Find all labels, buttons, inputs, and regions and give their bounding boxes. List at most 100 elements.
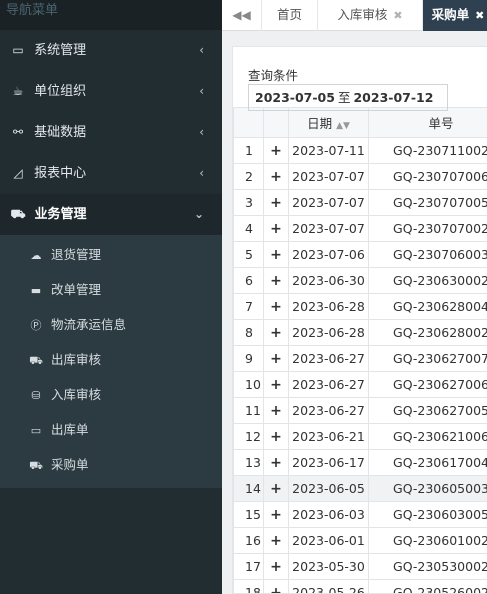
table-body: 1 +2023-07-11 GQ-230711002 2 +2023-07-07 GQ-2… xyxy=(233,137,487,593)
table-row[interactable]: 9 +2023-06-27 GQ-230627007 xyxy=(233,345,487,372)
row-number: 18 xyxy=(233,579,264,593)
table-row[interactable]: 6 +2023-06-30 GQ-230630002 xyxy=(233,267,487,294)
sidebar-item-reports[interactable]: ◿ 报表中心 ‹ xyxy=(0,153,222,194)
table-row[interactable]: 7 +2023-06-28 GQ-230628004 xyxy=(233,293,487,320)
tabs-scroll-left-button[interactable]: ◀◀ xyxy=(222,0,262,31)
table-row[interactable]: 4 +2023-07-07 GQ-230707002 xyxy=(233,215,487,242)
table-row[interactable]: 1 +2023-07-11 GQ-230711002 xyxy=(233,137,487,164)
sidebar-subitem-label: 采购单 xyxy=(50,457,89,472)
table-header-row: 日期 ▲▼ 单号 xyxy=(233,107,487,138)
query-filter: 查询条件 2023-07-05 至 2023-07-12 xyxy=(233,47,487,111)
table-row[interactable]: 3 +2023-07-07 GQ-230707005 xyxy=(233,189,487,216)
sidebar-subitem-inbound-review[interactable]: ⛁ 入库审核 xyxy=(0,377,222,412)
expand-icon[interactable]: + xyxy=(263,501,289,528)
table-row[interactable]: 5 +2023-07-06 GQ-230706003 xyxy=(233,241,487,268)
sidebar-item-label: 系统管理 xyxy=(34,43,87,58)
table-row[interactable]: 18 +2023-05-26 GQ-230526002 xyxy=(233,579,487,593)
filter-label: 查询条件 xyxy=(248,68,299,83)
cell-date: 2023-06-28 xyxy=(288,293,369,320)
sidebar-subitem-returns[interactable]: ☁ 退货管理 xyxy=(0,237,222,272)
sidebar-item-org[interactable]: ☕ 单位组织 ‹ xyxy=(0,71,222,112)
cell-date: 2023-07-07 xyxy=(288,163,369,190)
table-row[interactable]: 16 +2023-06-01 GQ-230601002 xyxy=(233,527,487,554)
date-to: 2023-07-12 xyxy=(353,90,434,105)
cell-order-no: GQ-230617004 xyxy=(368,449,487,476)
table-row[interactable]: 12 +2023-06-21 GQ-230621006 xyxy=(233,423,487,450)
table-row[interactable]: 13 +2023-06-17 GQ-230617004 xyxy=(233,449,487,476)
date-range-input[interactable]: 2023-07-05 至 2023-07-12 xyxy=(248,84,448,111)
row-number: 16 xyxy=(233,527,264,554)
header-expand xyxy=(263,107,289,138)
table-row[interactable]: 11 +2023-06-27 GQ-230627005 xyxy=(233,397,487,424)
chevron-left-icon: ‹ xyxy=(199,166,204,180)
sidebar-item-system[interactable]: ▭ 系统管理 ‹ xyxy=(0,30,222,71)
expand-icon[interactable]: + xyxy=(263,553,289,580)
tab-inbound-review[interactable]: 入库审核 ✖ xyxy=(318,0,423,31)
expand-icon[interactable]: + xyxy=(263,189,289,216)
business-submenu: ☁ 退货管理 ▬ 改单管理 Ⓟ 物流承运信息 ⛟ 出库审核 ⛁ 入库审核 ▭ 出… xyxy=(0,235,222,488)
row-number: 10 xyxy=(233,371,264,398)
cell-date: 2023-06-17 xyxy=(288,449,369,476)
sort-icon[interactable]: ▲▼ xyxy=(336,121,350,131)
expand-icon[interactable]: + xyxy=(263,163,289,190)
credit-card-icon: ▬ xyxy=(30,284,42,297)
sidebar-subitem-logistics[interactable]: Ⓟ 物流承运信息 xyxy=(0,307,222,342)
cell-order-no: GQ-230530002 xyxy=(368,553,487,580)
close-icon[interactable]: ✖ xyxy=(475,1,484,31)
cell-date: 2023-07-06 xyxy=(288,241,369,268)
header-order-no[interactable]: 单号 xyxy=(368,107,487,138)
sidebar-subitem-label: 改单管理 xyxy=(50,282,101,297)
table-row[interactable]: 2 +2023-07-07 GQ-230707006 xyxy=(233,163,487,190)
table-row[interactable]: 8 +2023-06-28 GQ-230628002 xyxy=(233,319,487,346)
row-number: 3 xyxy=(233,189,264,216)
tab-home[interactable]: 首页 xyxy=(262,0,318,31)
double-left-arrow-icon: ◀◀ xyxy=(232,8,251,22)
expand-icon[interactable]: + xyxy=(263,423,289,450)
expand-icon[interactable]: + xyxy=(263,579,289,593)
header-date-label: 日期 xyxy=(307,116,333,131)
row-number: 12 xyxy=(233,423,264,450)
expand-icon[interactable]: + xyxy=(263,215,289,242)
expand-icon[interactable]: + xyxy=(263,267,289,294)
sidebar-item-label: 基础数据 xyxy=(34,125,87,140)
table-row[interactable]: 15 +2023-06-03 GQ-230603005 xyxy=(233,501,487,528)
sidebar-subitem-label: 出库单 xyxy=(50,422,89,437)
close-icon[interactable]: ✖ xyxy=(393,1,402,31)
expand-icon[interactable]: + xyxy=(263,449,289,476)
tab-bar: ◀◀ 首页 入库审核 ✖ 采购单 ✖ xyxy=(222,0,487,31)
header-date[interactable]: 日期 ▲▼ xyxy=(288,107,369,138)
expand-icon[interactable]: + xyxy=(263,319,289,346)
expand-icon[interactable]: + xyxy=(263,475,289,502)
cell-date: 2023-06-03 xyxy=(288,501,369,528)
parking-icon: Ⓟ xyxy=(30,319,42,332)
sidebar-subitem-purchase-order[interactable]: ⛟ 采购单 xyxy=(0,447,222,482)
tab-label: 入库审核 xyxy=(337,7,388,22)
expand-icon[interactable]: + xyxy=(263,241,289,268)
expand-icon[interactable]: + xyxy=(263,345,289,372)
tab-label: 采购单 xyxy=(431,7,470,22)
monitor-icon: ▭ xyxy=(12,43,24,57)
car-icon: ⛟ xyxy=(29,354,43,367)
sidebar-subitem-outbound-order[interactable]: ▭ 出库单 xyxy=(0,412,222,447)
sidebar-item-basedata[interactable]: ⚯ 基础数据 ‹ xyxy=(0,112,222,153)
cell-order-no: GQ-230605003 xyxy=(368,475,487,502)
table-row[interactable]: 10 +2023-06-27 GQ-230627006 xyxy=(233,371,487,398)
sidebar-subitem-outbound-review[interactable]: ⛟ 出库审核 xyxy=(0,342,222,377)
expand-icon[interactable]: + xyxy=(263,527,289,554)
usb-icon: ⚯ xyxy=(12,125,24,139)
table-row[interactable]: 17 +2023-05-30 GQ-230530002 xyxy=(233,553,487,580)
table-row[interactable]: 14 +2023-06-05 GQ-230605003 xyxy=(233,475,487,502)
expand-icon[interactable]: + xyxy=(263,397,289,424)
expand-icon[interactable]: + xyxy=(263,137,289,164)
sidebar: 导航菜单 ▭ 系统管理 ‹ ☕ 单位组织 ‹ ⚯ 基础数据 ‹ ◿ 报表中心 ‹… xyxy=(0,0,222,594)
sidebar-item-business[interactable]: ⛟ 业务管理 ⌄ xyxy=(0,194,222,235)
tab-purchase-order[interactable]: 采购单 ✖ xyxy=(423,0,487,31)
expand-icon[interactable]: + xyxy=(263,371,289,398)
cell-date: 2023-06-28 xyxy=(288,319,369,346)
expand-icon[interactable]: + xyxy=(263,293,289,320)
cell-date: 2023-06-27 xyxy=(288,371,369,398)
sidebar-subitem-order-change[interactable]: ▬ 改单管理 xyxy=(0,272,222,307)
cell-order-no: GQ-230711002 xyxy=(368,137,487,164)
sidebar-item-label: 单位组织 xyxy=(34,84,87,99)
cell-order-no: GQ-230707005 xyxy=(368,189,487,216)
